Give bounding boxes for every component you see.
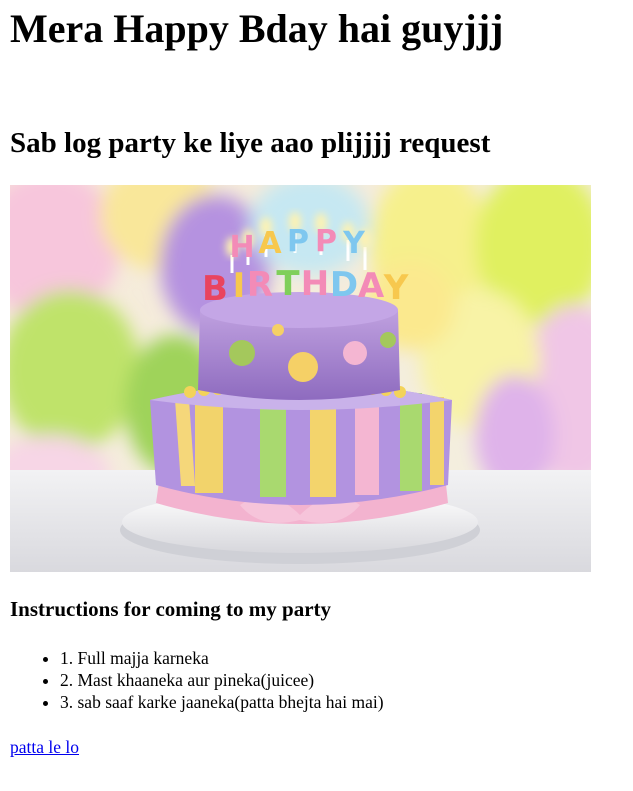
list-item: 3. sab saaf karke jaaneka(patta bhejta h… bbox=[60, 691, 384, 713]
svg-text:T: T bbox=[276, 264, 300, 304]
svg-text:H: H bbox=[229, 230, 254, 265]
instructions-heading: Instructions for coming to my party bbox=[10, 597, 332, 621]
svg-text:P: P bbox=[315, 224, 337, 259]
svg-text:P: P bbox=[287, 224, 309, 259]
page-subtitle: Sab log party ke liye aao plijjjj reques… bbox=[10, 127, 491, 159]
svg-text:A: A bbox=[258, 226, 282, 261]
birthday-cake-image: H A P P Y B I R T H D A Y bbox=[10, 185, 591, 572]
list-item: 2. Mast khaaneka aur pineka(juicee) bbox=[60, 669, 384, 691]
svg-text:Y: Y bbox=[383, 268, 409, 308]
list-item: 1. Full majja karneka bbox=[60, 647, 384, 669]
svg-text:I: I bbox=[233, 266, 246, 306]
svg-text:R: R bbox=[247, 265, 273, 305]
svg-text:B: B bbox=[202, 269, 228, 309]
svg-text:A: A bbox=[358, 266, 385, 306]
svg-text:H: H bbox=[301, 264, 329, 304]
svg-text:Y: Y bbox=[342, 226, 366, 261]
instructions-list: 1. Full majja karneka 2. Mast khaaneka a… bbox=[0, 647, 384, 713]
page-title: Mera Happy Bday hai guyjjj bbox=[10, 6, 504, 51]
svg-text:D: D bbox=[330, 265, 358, 305]
address-link[interactable]: patta le lo bbox=[10, 736, 79, 758]
